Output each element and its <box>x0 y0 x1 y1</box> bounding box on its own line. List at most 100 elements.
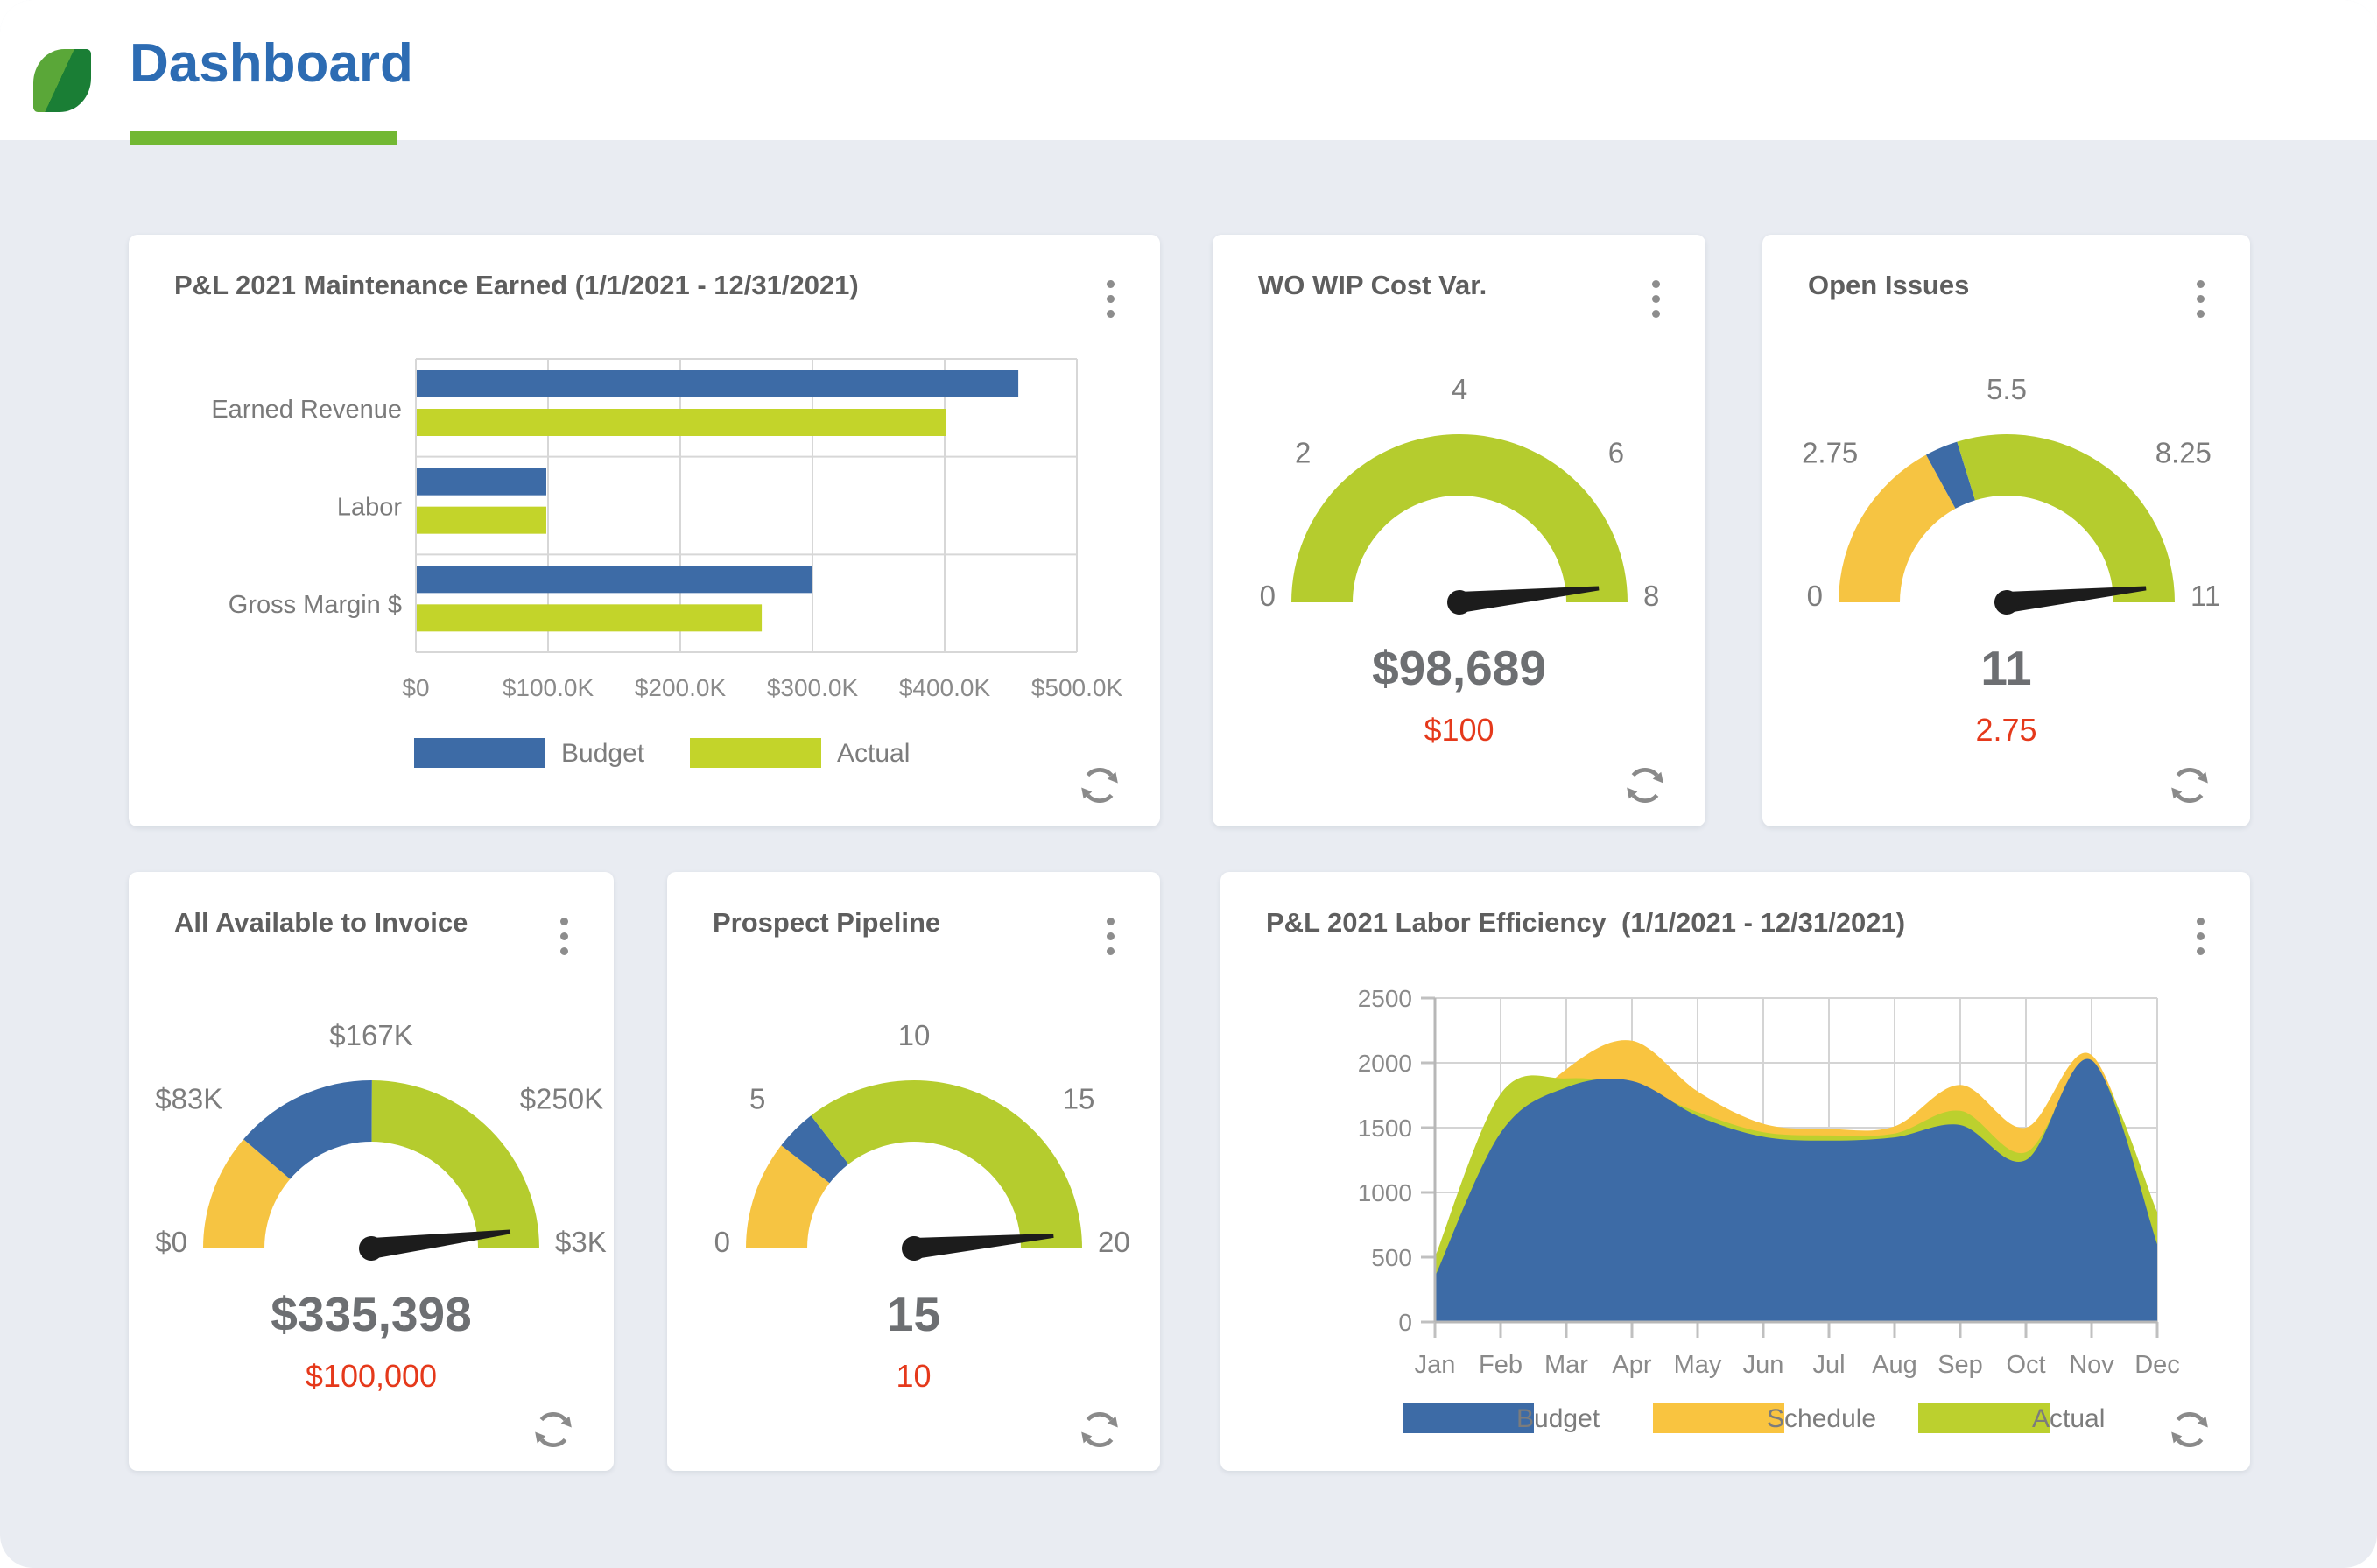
refresh-icon <box>1623 763 1667 807</box>
svg-text:$167K: $167K <box>329 1019 412 1051</box>
labor-efficiency-area-chart: 0 500 1000 1500 2000 2500 Jan Feb Mar Apr May Jun Ju… <box>1220 872 2250 1471</box>
app-header: Dashboard <box>0 0 2377 140</box>
kebab-menu-button[interactable] <box>2191 275 2210 323</box>
svg-text:Aug: Aug <box>1872 1351 1917 1379</box>
svg-text:8: 8 <box>1643 580 1659 612</box>
svg-text:Budget: Budget <box>561 739 645 768</box>
svg-text:Apr: Apr <box>1612 1351 1651 1379</box>
svg-text:$100.0K: $100.0K <box>503 674 594 701</box>
svg-text:Actual: Actual <box>2032 1404 2105 1433</box>
refresh-button[interactable] <box>2168 1408 2212 1452</box>
card-all-available-to-invoice: $0 $83K $167K $250K $3K All Available to Inv… <box>129 872 614 1471</box>
gauge-target-value: 10 <box>667 1358 1160 1395</box>
svg-text:20: 20 <box>1098 1226 1130 1258</box>
gauge-value: 15 <box>667 1288 1160 1340</box>
card-title: P&L 2021 Maintenance Earned (1/1/2021 - … <box>174 270 859 301</box>
svg-text:Dec: Dec <box>2134 1351 2180 1379</box>
refresh-button[interactable] <box>1623 763 1667 807</box>
svg-text:1500: 1500 <box>1358 1114 1412 1142</box>
svg-text:Nov: Nov <box>2069 1351 2114 1379</box>
svg-text:Gross Margin $: Gross Margin $ <box>229 591 402 619</box>
svg-text:5: 5 <box>749 1082 765 1114</box>
refresh-icon <box>1078 1408 1122 1452</box>
svg-text:$200.0K: $200.0K <box>635 674 727 701</box>
gauge-value: $98,689 <box>1213 642 1705 694</box>
svg-text:2500: 2500 <box>1358 985 1412 1012</box>
leaf-logo-icon <box>33 49 91 112</box>
svg-text:May: May <box>1674 1351 1722 1379</box>
svg-text:Jan: Jan <box>1415 1351 1456 1379</box>
svg-text:$500.0K: $500.0K <box>1031 674 1123 701</box>
svg-text:10: 10 <box>898 1019 931 1051</box>
svg-text:15: 15 <box>1063 1082 1095 1114</box>
svg-text:$0: $0 <box>155 1226 187 1258</box>
svg-text:$250K: $250K <box>520 1082 603 1114</box>
svg-text:Labor: Labor <box>337 494 403 522</box>
kebab-menu-button[interactable] <box>555 912 573 960</box>
svg-text:$400.0K: $400.0K <box>899 674 991 701</box>
gauge-target-value: $100 <box>1213 712 1705 749</box>
svg-text:Jun: Jun <box>1743 1351 1784 1379</box>
legend-swatch[interactable] <box>1653 1403 1784 1433</box>
svg-text:Jul: Jul <box>1812 1351 1845 1379</box>
refresh-button[interactable] <box>531 1408 575 1452</box>
kebab-menu-button[interactable] <box>1647 275 1665 323</box>
svg-text:0: 0 <box>1807 580 1823 612</box>
svg-text:8.25: 8.25 <box>2155 436 2212 468</box>
dashboard-app: Dashboard $0 $100.0K $200.0K $300.0K $400.0K… <box>0 0 2377 1568</box>
svg-text:Mar: Mar <box>1544 1351 1588 1379</box>
refresh-button[interactable] <box>1078 763 1122 807</box>
card-title: Prospect Pipeline <box>713 907 940 939</box>
card-title: Open Issues <box>1808 270 1969 301</box>
title-underline <box>130 131 397 145</box>
legend-swatch[interactable] <box>1918 1403 2050 1433</box>
svg-text:$3K: $3K <box>555 1226 607 1258</box>
svg-text:$300.0K: $300.0K <box>767 674 859 701</box>
svg-text:$0: $0 <box>402 674 429 701</box>
refresh-button[interactable] <box>2168 763 2212 807</box>
card-title: WO WIP Cost Var. <box>1258 270 1487 301</box>
svg-text:0: 0 <box>1398 1309 1412 1336</box>
kebab-menu-button[interactable] <box>1101 275 1120 323</box>
svg-text:0: 0 <box>714 1226 730 1258</box>
card-maintenance-earned: $0 $100.0K $200.0K $300.0K $400.0K $500.0K Ear… <box>129 235 1160 826</box>
legend-swatch[interactable] <box>690 738 821 768</box>
card-open-issues: 02.755.58.2511 Open Issues 11 2.75 <box>1762 235 2250 826</box>
page-title: Dashboard <box>130 35 413 93</box>
svg-text:Earned Revenue: Earned Revenue <box>211 396 402 424</box>
svg-text:Schedule: Schedule <box>1767 1404 1876 1433</box>
kebab-menu-button[interactable] <box>2191 912 2210 960</box>
refresh-icon <box>1078 763 1122 807</box>
legend-swatch[interactable] <box>414 738 545 768</box>
maintenance-earned-bar-chart: $0 $100.0K $200.0K $300.0K $400.0K $500.0K Ear… <box>129 235 1160 826</box>
svg-text:5.5: 5.5 <box>1987 373 2027 405</box>
legend-swatch[interactable] <box>1403 1403 1534 1433</box>
card-wo-wip-cost-var: 02468 WO WIP Cost Var. $98,689 $100 <box>1213 235 1705 826</box>
refresh-button[interactable] <box>1078 1408 1122 1452</box>
gauge-target-value: 2.75 <box>1762 712 2250 749</box>
card-labor-efficiency: 0 500 1000 1500 2000 2500 Jan Feb Mar Apr May Jun Ju… <box>1220 872 2250 1471</box>
svg-text:2: 2 <box>1295 436 1311 468</box>
svg-text:0: 0 <box>1260 580 1276 612</box>
svg-text:$83K: $83K <box>155 1082 222 1114</box>
refresh-icon <box>2168 1408 2212 1452</box>
gauge-value: 11 <box>1762 642 2250 694</box>
svg-text:Budget: Budget <box>1516 1404 1600 1433</box>
refresh-icon <box>2168 763 2212 807</box>
gauge-value: $335,398 <box>129 1288 614 1340</box>
svg-text:2.75: 2.75 <box>1802 436 1858 468</box>
kebab-menu-button[interactable] <box>1101 912 1120 960</box>
gauge-target-value: $100,000 <box>129 1358 614 1395</box>
svg-text:1000: 1000 <box>1358 1179 1412 1206</box>
svg-text:Sep: Sep <box>1937 1351 1983 1379</box>
card-prospect-pipeline: 0 5 10 15 20 Prospect Pipeline 15 10 <box>667 872 1160 1471</box>
refresh-icon <box>531 1408 575 1452</box>
svg-text:500: 500 <box>1371 1244 1412 1271</box>
svg-text:2000: 2000 <box>1358 1050 1412 1077</box>
svg-text:Feb: Feb <box>1479 1351 1523 1379</box>
svg-text:Oct: Oct <box>2006 1351 2045 1379</box>
svg-text:6: 6 <box>1608 436 1624 468</box>
svg-text:Actual: Actual <box>837 739 910 768</box>
card-title: All Available to Invoice <box>174 907 468 939</box>
card-title: P&L 2021 Labor Efficiency (1/1/2021 - 12… <box>1266 907 1905 939</box>
